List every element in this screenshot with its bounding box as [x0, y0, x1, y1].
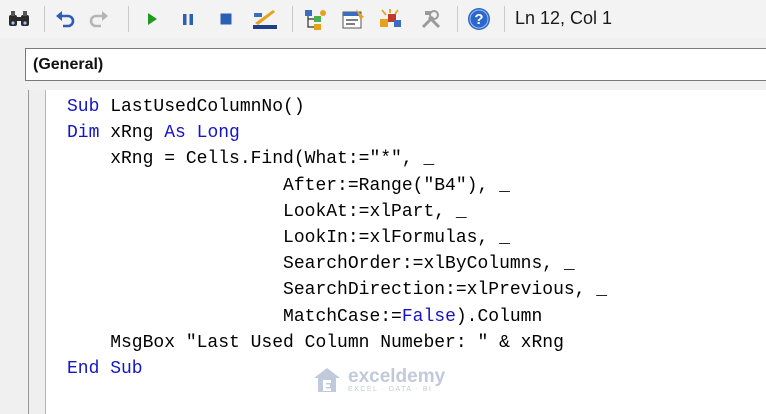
code-line[interactable]: SearchDirection:=xlPrevious, _	[67, 277, 607, 303]
watermark-brand: exceldemy	[348, 365, 446, 387]
code-keyword: End Sub	[67, 359, 143, 380]
cursor-position-status: Ln 12, Col 1	[515, 8, 613, 28]
code-line[interactable]: LookAt:=xlPart, _	[67, 199, 607, 225]
toolbox-icon[interactable]	[416, 6, 446, 32]
code-line[interactable]: SearchOrder:=xlByColumns, _	[67, 251, 607, 277]
standard-toolbar: ? Ln 12, Col 1	[0, 0, 766, 39]
code-text[interactable]: Sub LastUsedColumnNo() Dim xRng As Long x…	[67, 94, 607, 382]
code-line[interactable]: Sub LastUsedColumnNo()	[67, 94, 607, 120]
code-keyword: Long	[196, 123, 240, 144]
toolbar-separator	[504, 6, 505, 32]
pause-icon[interactable]	[176, 6, 200, 32]
toolbar-separator	[292, 6, 293, 32]
code-token: xRng = Cells.Find(What:="*", _	[67, 149, 435, 170]
code-token: SearchOrder:=xlByColumns, _	[67, 254, 575, 275]
code-token: LastUsedColumnNo()	[99, 97, 305, 117]
object-browser-icon[interactable]	[376, 6, 406, 32]
code-keyword: Dim	[67, 123, 100, 144]
undo-icon[interactable]	[52, 6, 78, 32]
code-line[interactable]: xRng = Cells.Find(What:="*", _	[67, 146, 607, 172]
design-mode-icon[interactable]	[250, 6, 280, 32]
exceldemy-logo-icon	[314, 368, 340, 392]
code-keyword: Sub	[67, 97, 100, 117]
code-token: SearchDirection:=xlPrevious, _	[67, 280, 608, 301]
stop-icon[interactable]	[214, 6, 238, 32]
toolbar-separator	[457, 6, 458, 32]
code-line[interactable]: LookIn:=xlFormulas, _	[67, 225, 607, 251]
object-dropdown-value: (General)	[33, 56, 104, 73]
code-line[interactable]: MsgBox "Last Used Column Numeber: " & xR…	[67, 330, 607, 356]
object-dropdown[interactable]: (General)	[25, 48, 766, 81]
toolbar-separator	[128, 6, 129, 32]
toolbar-separator	[44, 6, 45, 32]
find-icon[interactable]	[5, 6, 33, 32]
project-explorer-icon[interactable]	[300, 6, 330, 32]
code-token: ).Column	[455, 306, 543, 327]
watermark-tagline: EXCEL · DATA · BI	[348, 385, 433, 393]
code-line[interactable]: After:=Range("B4"), _	[67, 173, 607, 199]
redo-icon[interactable]	[86, 6, 112, 32]
help-icon[interactable]: ?	[465, 6, 493, 32]
code-token: LookIn:=xlFormulas, _	[67, 228, 510, 249]
code-token: After:=Range("B4"), _	[67, 175, 510, 196]
code-line[interactable]: MatchCase:=False).Column	[67, 304, 607, 330]
code-token: xRng	[99, 123, 165, 144]
code-token: LookAt:=xlPart, _	[67, 201, 467, 222]
code-token: MatchCase:=	[67, 306, 402, 327]
code-keyword: As	[164, 123, 186, 144]
code-window-header: (General)	[0, 38, 766, 90]
run-icon[interactable]	[140, 6, 164, 32]
code-keyword: False	[401, 306, 456, 327]
properties-icon[interactable]	[338, 6, 368, 32]
code-token: MsgBox "Last Used Column Numeber: " & xR…	[67, 332, 564, 353]
margin-indicator-bar[interactable]	[29, 90, 46, 414]
watermark: exceldemy EXCEL · DATA · BI	[312, 366, 445, 394]
code-line[interactable]: Dim xRng As Long	[67, 120, 607, 146]
svg-text:?: ?	[474, 11, 483, 28]
